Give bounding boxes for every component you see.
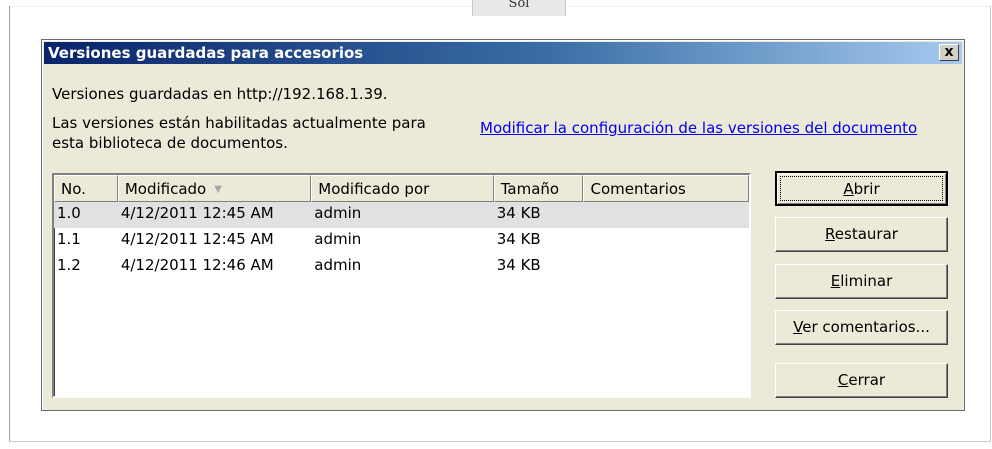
versions-list[interactable]: No. Modificado ▼ Modificado por Tamaño Co… <box>52 173 751 398</box>
close-button[interactable]: Cerrar <box>775 363 948 398</box>
delete-button-mnemonic: E <box>830 272 841 290</box>
background-fragment-text: Sol <box>508 0 530 11</box>
close-button-mnemonic: C <box>837 371 849 389</box>
versioning-status-text: Las versiones están habilitadas actualme… <box>52 114 426 152</box>
table-row[interactable]: 1.0 4/12/2011 12:45 AM admin 34 KB <box>54 202 749 228</box>
close-button-label: errar <box>848 371 886 389</box>
close-icon[interactable]: x <box>939 44 959 61</box>
restore-button[interactable]: Restaurar <box>775 217 948 252</box>
saved-location-text: Versiones guardadas en http://192.168.1.… <box>52 85 388 103</box>
open-button[interactable]: Abrir <box>775 171 948 206</box>
cell-comments <box>583 202 749 228</box>
column-header-modified[interactable]: Modificado ▼ <box>117 175 312 202</box>
cell-size: 34 KB <box>496 230 541 248</box>
column-header-label: Modificado por <box>318 180 430 198</box>
table-row[interactable]: 1.2 4/12/2011 12:46 AM admin 34 KB <box>54 254 749 280</box>
cell-modified-by: admin <box>314 230 362 248</box>
column-header-label: Modificado <box>124 180 207 198</box>
cell-no: 1.1 <box>57 230 81 248</box>
column-header-no[interactable]: No. <box>54 175 118 202</box>
background-window-right-edge <box>990 6 991 442</box>
cell-size: 34 KB <box>496 256 541 274</box>
focus-rectangle <box>780 176 943 201</box>
delete-button-label: liminar <box>840 272 893 290</box>
column-header-label: Tamaño <box>500 180 560 198</box>
dialog-titlebar[interactable]: Versiones guardadas para accesorios x <box>44 42 962 64</box>
cell-modified-by: admin <box>314 256 362 274</box>
restore-button-mnemonic: R <box>825 225 835 243</box>
column-header-size[interactable]: Tamaño <box>493 175 584 202</box>
cell-modified: 4/12/2011 12:45 AM <box>120 230 274 248</box>
dialog-title: Versiones guardadas para accesorios <box>48 44 364 62</box>
cell-modified: 4/12/2011 12:45 AM <box>120 204 274 222</box>
view-comments-button-label: er comentarios... <box>802 318 930 336</box>
restore-button-label: estaurar <box>834 225 898 243</box>
versions-dialog: Versiones guardadas para accesorios x Ve… <box>41 39 965 411</box>
cell-comments <box>583 254 749 280</box>
background-toolbar-fragment: Sol <box>472 0 566 16</box>
list-header: No. Modificado ▼ Modificado por Tamaño Co… <box>54 175 749 202</box>
column-header-label: No. <box>61 180 86 198</box>
cell-modified-by: admin <box>314 204 362 222</box>
cell-no: 1.0 <box>57 204 81 222</box>
cell-no: 1.2 <box>57 256 81 274</box>
modify-version-settings-link[interactable]: Modificar la configuración de las versio… <box>480 119 917 137</box>
column-header-modified-by[interactable]: Modificado por <box>311 175 494 202</box>
view-comments-button[interactable]: Ver comentarios... <box>775 310 948 345</box>
list-body: 1.0 4/12/2011 12:45 AM admin 34 KB 1.1 4… <box>54 202 749 280</box>
table-row[interactable]: 1.1 4/12/2011 12:45 AM admin 34 KB <box>54 228 749 254</box>
sort-descending-icon: ▼ <box>214 184 222 195</box>
background-window-bottom-edge <box>9 441 991 442</box>
cell-size: 34 KB <box>496 204 541 222</box>
view-comments-button-mnemonic: V <box>793 318 803 336</box>
cell-modified: 4/12/2011 12:46 AM <box>120 256 274 274</box>
column-header-label: Comentarios <box>590 180 686 198</box>
delete-button[interactable]: Eliminar <box>775 264 948 299</box>
column-header-comments[interactable]: Comentarios <box>583 175 749 202</box>
background-window-left-edge <box>9 6 10 442</box>
cell-comments <box>583 228 749 254</box>
